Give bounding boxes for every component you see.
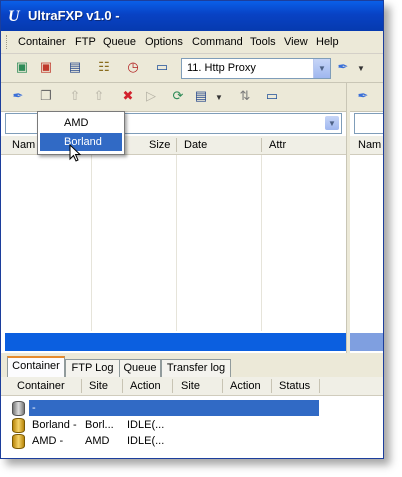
title-bar[interactable]: U UltraFXP v1.0 - [1,1,383,31]
connect-pane-icon[interactable]: ✒ [354,87,372,105]
row-container: - [32,402,36,414]
site-manager-icon[interactable]: ▤ [66,58,84,76]
menu-options[interactable]: Options [145,36,183,48]
window-title: UltraFXP v1.0 - [28,8,120,23]
menu-queue[interactable]: Queue [103,36,136,48]
col-action-2[interactable]: Action [230,380,261,392]
left-pane-toolbar: ✒ ❐ ⇧ ⇧ ✖ ▷ ⟳ ▤ ▼ ⇅ ▭ [1,83,346,112]
view-icon[interactable]: ▤ [192,87,210,105]
container-list-header: Container Site Action Site Action Status [1,377,383,396]
upload-icon[interactable]: ⇧ [66,87,84,105]
menu-bar: Container FTP Queue Options Command Tool… [1,31,383,54]
mouse-cursor-icon [69,144,81,162]
right-pane-toolbar: ✒ [350,83,383,112]
bottom-tabs: Container FTP Log Queue Transfer log [1,355,383,379]
row-site: Borl... [85,419,114,431]
clipboard-icon[interactable]: ☷ [95,58,113,76]
row-action: IDLE(... [127,435,165,447]
menu-view[interactable]: View [284,36,308,48]
col-site-2[interactable]: Site [181,380,200,392]
col-divider[interactable] [81,379,82,393]
chevron-down-icon[interactable]: ▼ [313,59,330,78]
terminal-icon[interactable]: ▭ [263,87,281,105]
parent-dir-icon[interactable]: ⇧ [90,87,108,105]
main-toolbar: ▣ ▣ ▤ ☷ ◷ ▭ 11. Http Proxy ▼ ✒ ▼ [1,54,383,83]
quick-connect-dropdown-icon[interactable]: ▼ [352,59,370,77]
container-icon [12,401,25,416]
col-status[interactable]: Status [279,380,310,392]
grid-line [91,155,92,331]
disconnect-icon[interactable]: ▣ [37,58,55,76]
container-list: Container Site Action Site Action Status… [1,377,383,458]
grid-line [261,155,262,331]
quick-connect-icon[interactable]: ✒ [334,58,352,76]
tab-label: Transfer log [166,362,226,374]
monitor-icon[interactable]: ▭ [153,58,171,76]
site-combo-value: 11. Http Proxy [187,62,256,74]
table-row[interactable]: Borland - Borl... IDLE(... [1,417,383,433]
col-name[interactable]: Nam [12,139,35,151]
col-name[interactable]: Nam [358,139,381,151]
ultrafxp-logo-icon: U [8,8,20,25]
refresh-icon[interactable]: ⟳ [169,87,187,105]
col-action[interactable]: Action [130,380,161,392]
tab-label: FTP Log [71,362,114,374]
right-column-header: Nam [350,136,383,155]
menu-command[interactable]: Command [192,36,243,48]
col-divider[interactable] [122,379,123,393]
row-site: AMD [85,435,110,447]
col-divider[interactable] [319,379,320,393]
table-row[interactable]: - [1,400,383,416]
menu-help[interactable]: Help [316,36,339,48]
stop-icon[interactable]: ✖ [119,87,137,105]
col-divider[interactable] [271,379,272,393]
tab-ftp-log[interactable]: FTP Log [65,359,120,377]
tab-transfer-log[interactable]: Transfer log [161,359,231,377]
site-combo[interactable]: 11. Http Proxy ▼ [181,58,331,79]
menu-grip [6,35,9,49]
col-divider[interactable] [222,379,223,393]
table-row[interactable]: AMD - AMD IDLE(... [1,433,383,449]
tab-queue[interactable]: Queue [119,359,161,377]
right-status-bar [350,333,383,351]
dropdown-item-borland[interactable]: Borland [40,133,122,151]
grid-line [176,155,177,331]
container-icon [12,434,25,449]
col-size[interactable]: Size [149,139,170,151]
menu-tools[interactable]: Tools [250,36,276,48]
row-selection [29,400,319,416]
container-dropdown-menu: AMD Borland [37,111,125,155]
tab-container[interactable]: Container [7,356,65,379]
col-container[interactable]: Container [17,380,65,392]
copy-icon[interactable]: ❐ [37,87,55,105]
col-attr[interactable]: Attr [269,139,286,151]
col-divider[interactable] [261,138,262,152]
app-window: U UltraFXP v1.0 - Container FTP Queue Op… [0,0,384,459]
chevron-down-icon[interactable]: ▼ [325,116,339,130]
view-dropdown-icon[interactable]: ▼ [210,88,228,106]
dropdown-item-label: AMD [64,117,89,129]
left-status-bar [5,333,346,351]
right-pane: ✒ Nam [350,83,383,353]
col-divider[interactable] [176,138,177,152]
right-path-combo[interactable] [354,113,383,134]
connect-pane-icon[interactable]: ✒ [9,87,27,105]
menu-ftp[interactable]: FTP [75,36,96,48]
col-date[interactable]: Date [184,139,207,151]
row-container: Borland - [32,419,77,431]
col-divider[interactable] [172,379,173,393]
tab-label: Queue [123,362,157,374]
tab-label: Container [12,360,60,372]
dropdown-item-amd[interactable]: AMD [40,114,122,132]
connect-icon[interactable]: ▣ [13,58,31,76]
play-icon[interactable]: ▷ [142,87,160,105]
compare-icon[interactable]: ⇅ [236,87,254,105]
row-container: AMD - [32,435,64,447]
menu-container[interactable]: Container [18,36,66,48]
row-action: IDLE(... [127,419,165,431]
scheduler-icon[interactable]: ◷ [124,58,142,76]
col-site[interactable]: Site [89,380,108,392]
container-icon [12,418,25,433]
